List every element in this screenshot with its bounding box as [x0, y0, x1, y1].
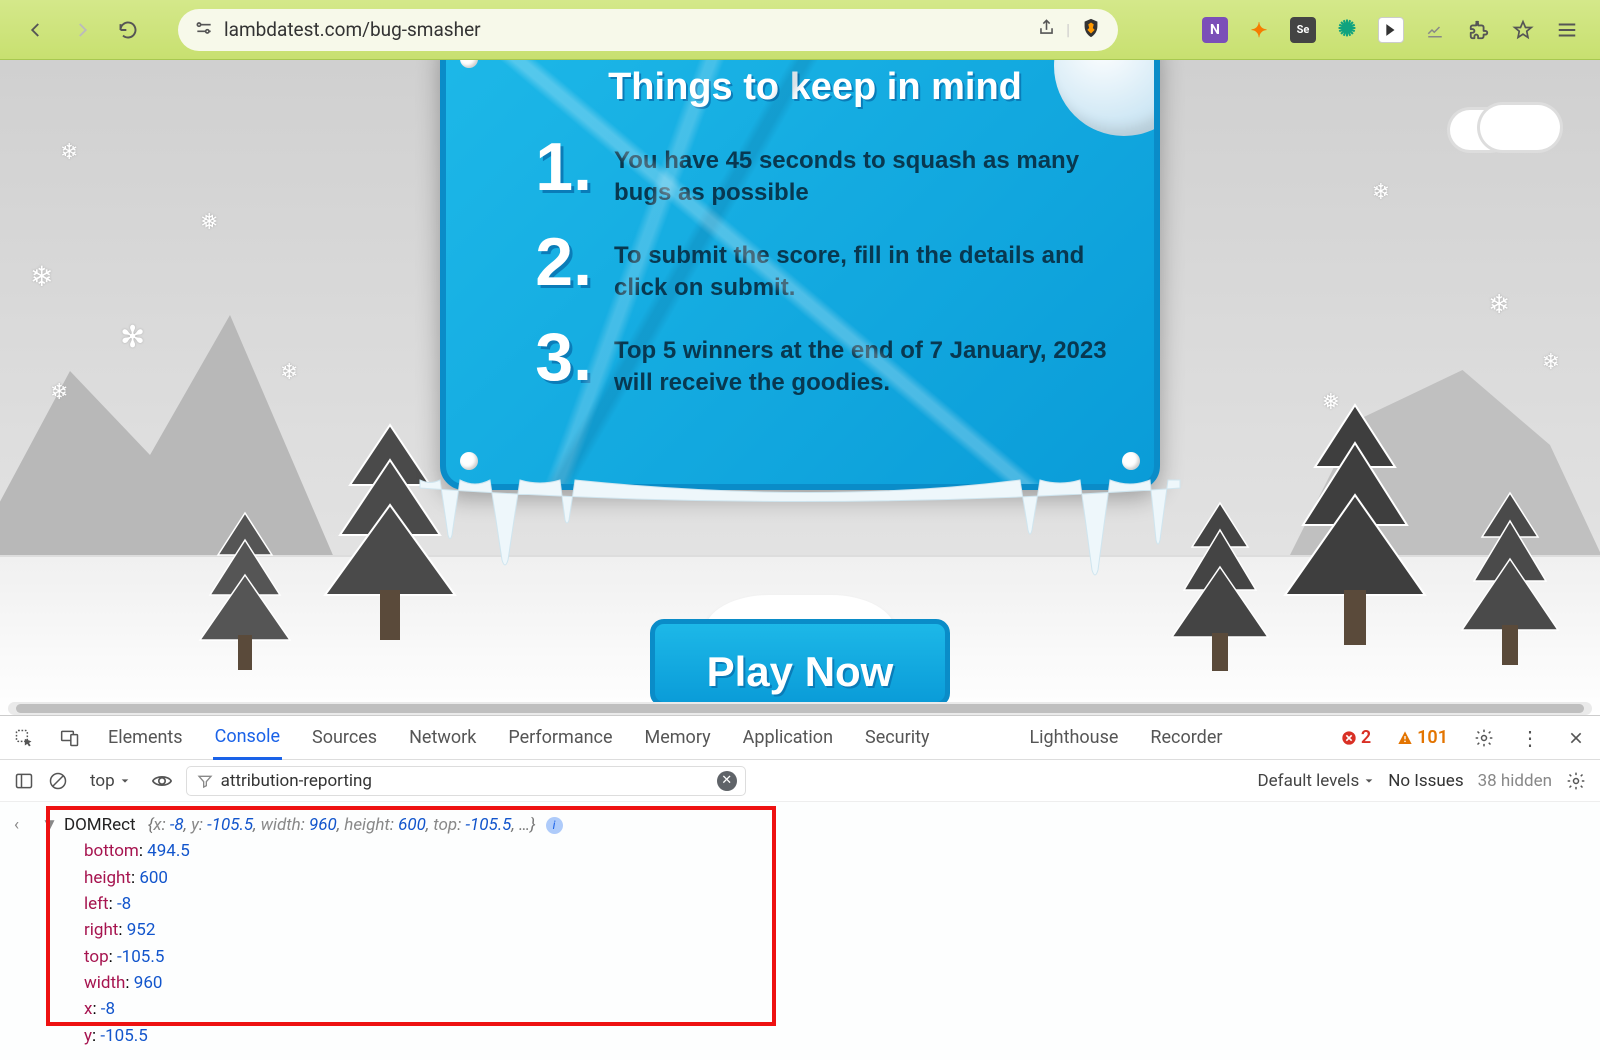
rule-text: You have 45 seconds to squash as many bu…: [614, 139, 1114, 210]
filter-field[interactable]: [221, 771, 709, 791]
extension-icon[interactable]: ✦: [1246, 17, 1272, 43]
browser-toolbar: lambdatest.com/bug-smasher | N ✦ Se ✺: [0, 0, 1600, 60]
filter-input[interactable]: ✕: [186, 766, 746, 796]
devtools-tabs: Elements Console Sources Network Performance…: [0, 716, 1600, 760]
play-now-button[interactable]: Play Now: [650, 619, 950, 707]
object-property[interactable]: y: -105.5: [84, 1023, 1586, 1049]
extension-icon[interactable]: ✺: [1334, 17, 1360, 43]
close-icon[interactable]: [1566, 728, 1586, 748]
reload-button[interactable]: [112, 14, 144, 46]
extension-icon[interactable]: N: [1202, 17, 1228, 43]
context-selector[interactable]: top: [82, 768, 138, 794]
device-toggle-icon[interactable]: [60, 728, 80, 748]
rule-item: 2. To submit the score, fill in the detai…: [516, 234, 1114, 305]
log-levels-selector[interactable]: Default levels: [1258, 771, 1375, 791]
object-property[interactable]: height: 600: [84, 865, 1586, 891]
site-settings-icon[interactable]: [194, 18, 214, 42]
tree-decoration: [190, 505, 300, 675]
sidebar-toggle-icon[interactable]: [14, 771, 34, 791]
object-property[interactable]: top: -105.5: [84, 944, 1586, 970]
tab-recorder[interactable]: Recorder: [1148, 717, 1224, 758]
page-content: ❄ ❄ ❅ ❄ ✻ ❄ ❄ ❄ ❅ ❄ Things to keep in mi…: [0, 60, 1600, 715]
console-output[interactable]: ‹ ▼ DOMRect {x: -8, y: -105.5, width: 96…: [0, 802, 1600, 1060]
instructions-card: Things to keep in mind 1. You have 45 sec…: [440, 60, 1160, 490]
card-title: Things to keep in mind: [516, 66, 1114, 109]
horizontal-scrollbar[interactable]: [8, 702, 1592, 715]
scrollbar-thumb[interactable]: [16, 704, 1584, 713]
more-icon[interactable]: ⋮: [1520, 728, 1540, 748]
forward-button[interactable]: [66, 14, 98, 46]
devtools-panel: Elements Console Sources Network Performance…: [0, 715, 1600, 1060]
extensions-icon[interactable]: [1466, 17, 1492, 43]
hidden-count[interactable]: 38 hidden: [1478, 771, 1552, 791]
expand-icon[interactable]: ▼: [41, 812, 58, 838]
warning-count[interactable]: 101: [1397, 727, 1448, 748]
tree-decoration: [1265, 395, 1445, 655]
cloud-decoration: [1450, 100, 1570, 150]
info-icon[interactable]: i: [546, 817, 563, 834]
error-count[interactable]: 2: [1341, 727, 1371, 748]
console-settings-icon[interactable]: [1566, 771, 1586, 791]
object-property[interactable]: right: 952: [84, 917, 1586, 943]
object-property[interactable]: left: -8: [84, 891, 1586, 917]
rule-item: 1. You have 45 seconds to squash as many …: [516, 139, 1114, 210]
object-property[interactable]: bottom: 494.5: [84, 838, 1586, 864]
play-label: Play Now: [707, 648, 894, 696]
brave-shield-icon[interactable]: [1080, 17, 1102, 43]
console-toolbar: top ✕ Default levels No Issues 38 hidden: [0, 760, 1600, 802]
tree-decoration: [1450, 485, 1570, 670]
tab-network[interactable]: Network: [407, 717, 478, 758]
issues-label[interactable]: No Issues: [1388, 771, 1463, 791]
object-property[interactable]: x: -8: [84, 996, 1586, 1022]
rule-item: 3. Top 5 winners at the end of 7 January,…: [516, 329, 1114, 400]
tab-sources[interactable]: Sources: [310, 717, 379, 758]
tab-lighthouse[interactable]: Lighthouse: [1027, 717, 1120, 758]
tab-application[interactable]: Application: [741, 717, 835, 758]
rule-text: To submit the score, fill in the details…: [614, 234, 1114, 305]
tab-security[interactable]: Security: [863, 717, 931, 758]
inspect-icon[interactable]: [14, 728, 34, 748]
input-caret-icon: ‹: [14, 812, 19, 838]
settings-icon[interactable]: [1474, 728, 1494, 748]
extension-icon[interactable]: Se: [1290, 17, 1316, 43]
rule-number: 2.: [516, 234, 592, 292]
back-button[interactable]: [20, 14, 52, 46]
tab-console[interactable]: Console: [213, 716, 282, 760]
clear-console-icon[interactable]: [48, 771, 68, 791]
address-bar[interactable]: lambdatest.com/bug-smasher |: [178, 9, 1118, 51]
extensions-strip: N ✦ Se ✺: [1202, 17, 1580, 43]
bookmark-icon[interactable]: [1510, 17, 1536, 43]
tab-memory[interactable]: Memory: [643, 717, 713, 758]
live-expression-icon[interactable]: [152, 771, 172, 791]
menu-icon[interactable]: [1554, 17, 1580, 43]
object-header[interactable]: DOMRect {x: -8, y: -105.5, width: 960, h…: [64, 812, 563, 838]
rule-number: 1.: [516, 139, 592, 197]
tab-elements[interactable]: Elements: [106, 717, 185, 758]
object-property[interactable]: width: 960: [84, 970, 1586, 996]
clear-filter-icon[interactable]: ✕: [717, 771, 737, 791]
tab-performance[interactable]: Performance: [506, 717, 614, 758]
rule-text: Top 5 winners at the end of 7 January, 2…: [614, 329, 1114, 400]
url-text: lambdatest.com/bug-smasher: [224, 18, 1027, 41]
extension-icon[interactable]: [1422, 17, 1448, 43]
share-icon[interactable]: [1037, 18, 1056, 41]
rule-number: 3.: [516, 329, 592, 387]
extension-icon[interactable]: [1378, 17, 1404, 43]
